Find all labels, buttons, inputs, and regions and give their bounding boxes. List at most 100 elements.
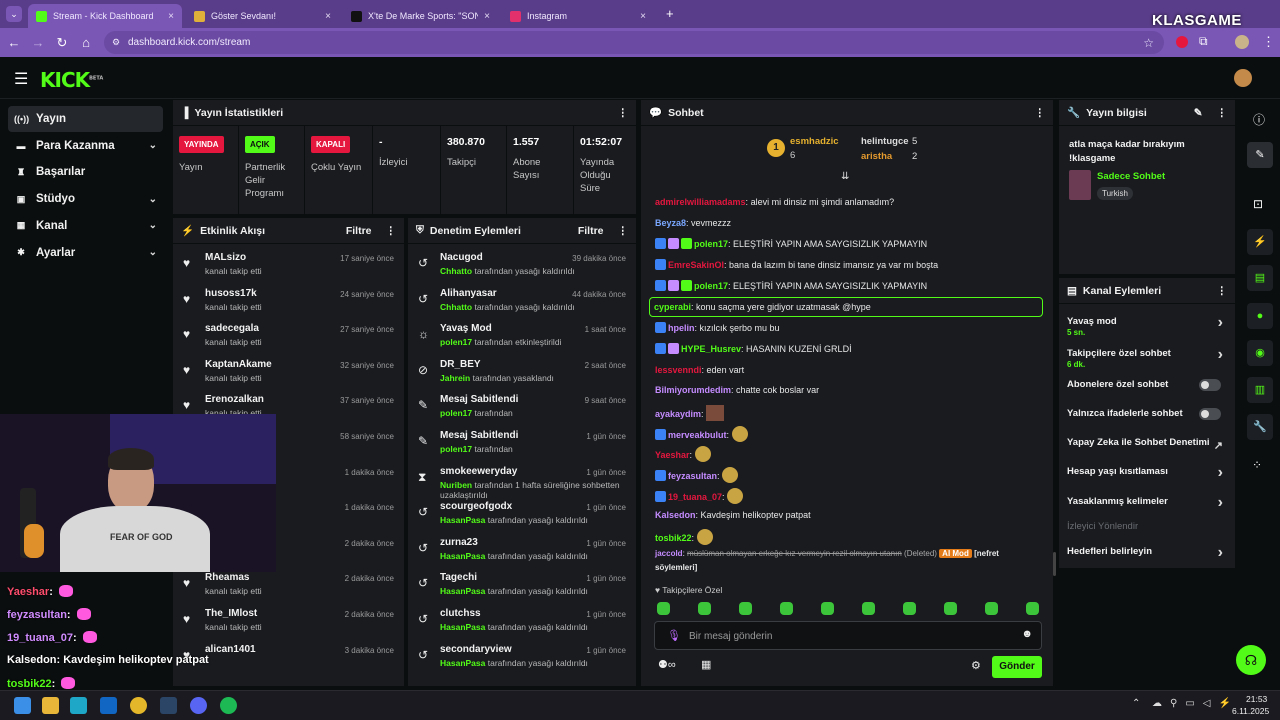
moderator-name[interactable]: Nuriben [440,480,472,490]
scroll-down-icon[interactable]: ⇊ [841,171,849,182]
moderator-name[interactable]: HasanPasa [440,551,485,561]
activity-item[interactable]: ♥ husoss17k kanalı takip etti 24 saniye önc… [173,282,404,318]
chat-username[interactable]: ayakaydim [655,409,701,419]
reload-icon[interactable]: ↻ [50,35,74,51]
url-field[interactable]: ⚙ dashboard.kick.com/stream ☆ [104,31,1164,54]
chat-username[interactable]: admirelwilliamadams [655,197,746,207]
activity-item[interactable]: ♥ sadecegala kanalı takip etti 27 saniye ön… [173,317,404,353]
info-icon[interactable]: ⓘ [1253,111,1265,128]
moderation-filter-button[interactable]: Filtre [578,225,604,237]
tab-close-icon[interactable]: × [325,11,331,22]
moderator-name[interactable]: HasanPasa [440,658,485,668]
profile-avatar[interactable] [1235,35,1249,49]
channel-action-item[interactable]: Abonelere özel sohbet [1067,379,1227,391]
quick-emote-icon[interactable] [739,602,752,615]
forward-icon[interactable]: → [26,35,50,50]
browser-tab[interactable]: X'te De Marke Sports: "SON DA × [343,4,498,28]
hamburger-icon[interactable]: ☰ [14,69,28,89]
channel-action-item[interactable]: Hesap yaşı kısıtlaması › [1067,464,1227,481]
sidebar-item[interactable]: ▬ Para Kazanma ⌄ [8,133,163,159]
channel-action-item[interactable]: Yasaklanmış kelimeler › [1067,494,1227,511]
clock-time[interactable]: 21:53 [1246,694,1267,704]
chat-username[interactable]: Yaeshar [655,450,690,460]
toggle-switch[interactable] [1199,408,1221,420]
rail-chat-icon[interactable]: ● [1247,303,1273,329]
top-gifter-first[interactable]: esmhadzic [790,136,839,147]
channel-action-item[interactable]: Yapay Zeka ile Sohbet Denetimi ↗ [1067,437,1227,452]
rail-broadcast-icon[interactable]: ◉ [1247,340,1273,366]
moderation-item[interactable]: ⧗ smokeeweryday Nuriben tarafından 1 hafta… [408,460,636,500]
toggle-switch[interactable] [1199,379,1221,391]
channel-action-item[interactable]: Yalnızca ifadelerle sohbet [1067,408,1227,420]
channel-action-item[interactable]: Hedefleri belirleyin › [1067,544,1227,561]
mic-icon[interactable]: 🎙 [667,629,681,642]
chat-username[interactable]: lessvenndi [655,365,702,375]
quick-emote-icon[interactable] [780,602,793,615]
quick-emote-icon[interactable] [944,602,957,615]
quick-emote-icon[interactable] [698,602,711,615]
moderation-menu-icon[interactable]: ⋮ [618,225,629,237]
user-avatar[interactable] [1234,69,1252,87]
spotify-icon[interactable] [220,697,237,714]
stream-info-menu-icon[interactable]: ⋮ [1217,107,1228,119]
top-gifter-second[interactable]: helintugce [861,136,909,147]
activity-menu-icon[interactable]: ⋮ [386,225,397,237]
moderation-item[interactable]: ↺ Alihanyasar Chhatto tarafından yasağı ka… [408,282,636,318]
moderator-name[interactable]: Chhatto [440,302,472,312]
sidebar-item[interactable]: ✱ Ayarlar ⌄ [8,240,163,266]
category-name[interactable]: Sadece Sohbet [1097,171,1165,182]
quick-emote-icon[interactable] [821,602,834,615]
menu-dots-icon[interactable]: ⋮ [1262,34,1275,50]
moderator-name[interactable]: polen17 [440,408,472,418]
tab-close-icon[interactable]: × [640,11,646,22]
discord-icon[interactable] [190,697,207,714]
clock-date[interactable]: 6.11.2025 [1232,706,1269,716]
moderation-item[interactable]: ↺ Tagechi HasanPasa tarafından yasağı kald… [408,566,636,602]
chat-username[interactable]: HYPE_Husrev [681,344,741,354]
moderation-item[interactable]: ↺ secondaryview HasanPasa tarafından yasağ… [408,638,636,674]
chat-username[interactable]: Beyza8 [655,218,686,228]
site-info-icon[interactable]: ⚙ [112,37,120,48]
top-gifter-third[interactable]: aristha [861,151,892,162]
bookmark-star-icon[interactable]: ☆ [1143,36,1154,50]
chat-username[interactable]: polen17 [694,239,728,249]
quick-emote-icon[interactable] [657,602,670,615]
moderation-item[interactable]: ⊘ DR_BEY Jahrein tarafından yasaklandı 2 sa… [408,353,636,389]
quick-emote-icon[interactable] [862,602,875,615]
chrome-icon[interactable] [130,697,147,714]
chat-username[interactable]: feyzasultan [668,471,717,481]
tray-chevron-icon[interactable]: ⌃ [1132,698,1140,709]
activity-item[interactable]: ♥ The_IMlost kanalı takip etti 2 dakika önc… [173,602,404,638]
tab-search-button[interactable]: ⌄ [6,6,22,22]
home-icon[interactable]: ⌂ [74,35,98,50]
kick-logo[interactable]: KICKBETA [40,68,103,92]
start-icon[interactable] [14,697,31,714]
sidebar-item[interactable]: ▦ Kanal ⌄ [8,213,163,239]
moderator-name[interactable]: polen17 [440,444,472,454]
rail-more-icon[interactable]: ⁘ [1252,458,1262,472]
support-button[interactable]: ☊ [1236,645,1266,675]
chat-input[interactable]: 🎙 Bir mesaj gönderin ☻ [654,621,1042,650]
moderation-item[interactable]: ↺ zurna23 HasanPasa tarafından yasağı kald… [408,531,636,567]
puzzle-icon[interactable]: ⧉ [1199,34,1208,49]
points-icon[interactable]: ⚉∞ [658,658,676,671]
edge-icon[interactable] [70,697,87,714]
sidebar-item[interactable]: ▣ Stüdyo ⌄ [8,186,163,212]
rail-lightning-icon[interactable]: ⚡ [1247,229,1273,255]
sidebar-item[interactable]: ((•)) Yayın [8,106,163,132]
activity-filter-button[interactable]: Filtre [346,225,372,237]
stats-menu-icon[interactable]: ⋮ [618,107,629,119]
outlook-icon[interactable] [100,697,117,714]
chat-username[interactable]: tosbik22 [655,533,692,543]
deleted-user[interactable]: jaccold [655,549,683,558]
channel-actions-menu-icon[interactable]: ⋮ [1217,285,1228,297]
send-button[interactable]: Gönder [992,656,1042,678]
moderator-name[interactable]: HasanPasa [440,586,485,596]
moderator-name[interactable]: Jahrein [440,373,470,383]
rail-edit-icon[interactable]: ✎ [1247,142,1273,168]
activity-item[interactable]: ♥ KaptanAkame kanalı takip etti 32 saniye ö… [173,353,404,389]
chat-username[interactable]: cyperabi [654,302,691,312]
tab-close-icon[interactable]: × [484,11,490,22]
chat-username[interactable]: polen17 [694,281,728,291]
chat-settings-icon[interactable]: ⚙ [971,659,981,672]
